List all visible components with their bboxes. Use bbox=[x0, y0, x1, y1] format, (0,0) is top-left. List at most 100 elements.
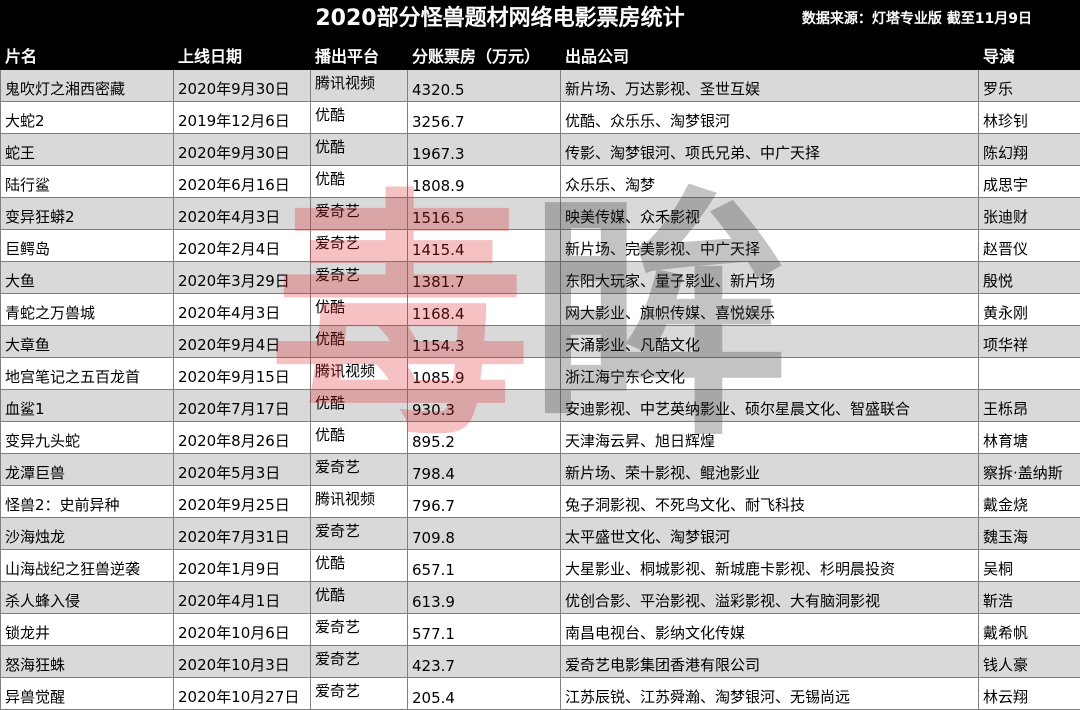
header-film-name: 片名 bbox=[1, 39, 174, 70]
cell-production-company: 新片场、万达影视、圣世互娱 bbox=[561, 70, 979, 102]
data-source-note: 数据来源：灯塔专业版 截至11月9日 bbox=[802, 0, 1032, 38]
cell-production-company: 传影、淘梦银河、项氏兄弟、中广天择 bbox=[561, 134, 979, 166]
cell-platform: 爱奇艺 bbox=[311, 230, 408, 262]
cell-director: 陈幻翔 bbox=[979, 134, 1080, 166]
cell-box-office: 613.9 bbox=[408, 582, 561, 614]
box-office-table: 片名 上线日期 播出平台 分账票房（万元） 出品公司 导演 鬼吹灯之湘西密藏20… bbox=[0, 38, 1080, 710]
cell-director: 魏玉海 bbox=[979, 518, 1080, 550]
cell-box-office: 1967.3 bbox=[408, 134, 561, 166]
cell-production-company: 天涌影业、凡酷文化 bbox=[561, 326, 979, 358]
table-row: 青蛇之万兽城2020年4月3日优酷1168.4网大影业、旗帜传媒、喜悦娱乐黄永刚 bbox=[1, 294, 1080, 326]
table-row: 地宫笔记之五百龙首2020年9月15日腾讯视频1085.9浙江海宁东仑文化 bbox=[1, 358, 1080, 390]
table-row: 变异九头蛇2020年8月26日优酷895.2天津海云昇、旭日辉煌林育塘 bbox=[1, 422, 1080, 454]
cell-release-date: 2019年12月6日 bbox=[174, 102, 311, 134]
cell-director: 林育塘 bbox=[979, 422, 1080, 454]
cell-platform: 腾讯视频 bbox=[311, 358, 408, 390]
cell-director: 殷悦 bbox=[979, 262, 1080, 294]
header-release-date: 上线日期 bbox=[174, 39, 311, 70]
cell-director: 戴金烧 bbox=[979, 486, 1080, 518]
cell-director: 成思宇 bbox=[979, 166, 1080, 198]
cell-platform: 优酷 bbox=[311, 582, 408, 614]
table-row: 血鲨12020年7月17日优酷930.3安迪影视、中艺英纳影业、硕尔星晨文化、智… bbox=[1, 390, 1080, 422]
cell-box-office: 1808.9 bbox=[408, 166, 561, 198]
table-row: 沙海烛龙2020年7月31日爱奇艺709.8太平盛世文化、淘梦银河魏玉海 bbox=[1, 518, 1080, 550]
cell-release-date: 2020年9月25日 bbox=[174, 486, 311, 518]
cell-film-name: 陆行鲨 bbox=[1, 166, 174, 198]
cell-director: 戴希帆 bbox=[979, 614, 1080, 646]
table-body: 鬼吹灯之湘西密藏2020年9月30日腾讯视频4320.5新片场、万达影视、圣世互… bbox=[1, 70, 1080, 710]
cell-platform: 爱奇艺 bbox=[311, 262, 408, 294]
cell-release-date: 2020年7月17日 bbox=[174, 390, 311, 422]
cell-director: 赵晋仪 bbox=[979, 230, 1080, 262]
table-row: 异兽觉醒2020年10月27日爱奇艺205.4江苏辰锐、江苏舜瀚、淘梦银河、无锡… bbox=[1, 678, 1080, 710]
cell-platform: 优酷 bbox=[311, 422, 408, 454]
cell-release-date: 2020年10月3日 bbox=[174, 646, 311, 678]
cell-box-office: 423.7 bbox=[408, 646, 561, 678]
table-row: 怒海狂蛛2020年10月3日爱奇艺423.7爱奇艺电影集团香港有限公司钱人豪 bbox=[1, 646, 1080, 678]
cell-release-date: 2020年10月6日 bbox=[174, 614, 311, 646]
cell-release-date: 2020年8月26日 bbox=[174, 422, 311, 454]
cell-production-company: 爱奇艺电影集团香港有限公司 bbox=[561, 646, 979, 678]
table-row: 大章鱼2020年9月4日优酷1154.3天涌影业、凡酷文化项华祥 bbox=[1, 326, 1080, 358]
cell-box-office: 1516.5 bbox=[408, 198, 561, 230]
cell-production-company: 网大影业、旗帜传媒、喜悦娱乐 bbox=[561, 294, 979, 326]
cell-film-name: 巨鳄岛 bbox=[1, 230, 174, 262]
cell-film-name: 山海战纪之狂兽逆袭 bbox=[1, 550, 174, 582]
cell-release-date: 2020年7月31日 bbox=[174, 518, 311, 550]
table-row: 龙潭巨兽2020年5月3日爱奇艺798.4新片场、荣十影视、鲲池影业察拆·盖纳斯 bbox=[1, 454, 1080, 486]
cell-release-date: 2020年9月30日 bbox=[174, 134, 311, 166]
cell-production-company: 浙江海宁东仑文化 bbox=[561, 358, 979, 390]
cell-platform: 优酷 bbox=[311, 166, 408, 198]
table-row: 巨鳄岛2020年2月4日爱奇艺1415.4新片场、完美影视、中广天择赵晋仪 bbox=[1, 230, 1080, 262]
header-production-company: 出品公司 bbox=[561, 39, 979, 70]
cell-release-date: 2020年9月30日 bbox=[174, 70, 311, 102]
cell-film-name: 杀人蜂入侵 bbox=[1, 582, 174, 614]
cell-production-company: 新片场、荣十影视、鲲池影业 bbox=[561, 454, 979, 486]
cell-film-name: 异兽觉醒 bbox=[1, 678, 174, 710]
cell-box-office: 709.8 bbox=[408, 518, 561, 550]
table-row: 蛇王2020年9月30日优酷1967.3传影、淘梦银河、项氏兄弟、中广天择陈幻翔 bbox=[1, 134, 1080, 166]
table-row: 陆行鲨2020年6月16日优酷1808.9众乐乐、淘梦成思宇 bbox=[1, 166, 1080, 198]
cell-platform: 优酷 bbox=[311, 102, 408, 134]
cell-production-company: 映美传媒、众禾影视 bbox=[561, 198, 979, 230]
header-box-office: 分账票房（万元） bbox=[408, 39, 561, 70]
cell-production-company: 南昌电视台、影纳文化传媒 bbox=[561, 614, 979, 646]
cell-platform: 爱奇艺 bbox=[311, 646, 408, 678]
cell-platform: 腾讯视频 bbox=[311, 70, 408, 102]
cell-platform: 优酷 bbox=[311, 294, 408, 326]
cell-release-date: 2020年2月4日 bbox=[174, 230, 311, 262]
cell-platform: 优酷 bbox=[311, 550, 408, 582]
cell-box-office: 657.1 bbox=[408, 550, 561, 582]
table-row: 山海战纪之狂兽逆袭2020年1月9日优酷657.1大星影业、桐城影视、新城鹿卡影… bbox=[1, 550, 1080, 582]
cell-director: 林云翔 bbox=[979, 678, 1080, 710]
cell-platform: 爱奇艺 bbox=[311, 454, 408, 486]
cell-film-name: 青蛇之万兽城 bbox=[1, 294, 174, 326]
cell-release-date: 2020年5月3日 bbox=[174, 454, 311, 486]
cell-platform: 优酷 bbox=[311, 390, 408, 422]
cell-release-date: 2020年4月1日 bbox=[174, 582, 311, 614]
cell-production-company: 天津海云昇、旭日辉煌 bbox=[561, 422, 979, 454]
cell-box-office: 930.3 bbox=[408, 390, 561, 422]
cell-release-date: 2020年3月29日 bbox=[174, 262, 311, 294]
cell-platform: 优酷 bbox=[311, 134, 408, 166]
cell-production-company: 东阳大玩家、量子影业、新片场 bbox=[561, 262, 979, 294]
cell-production-company: 优酷、众乐乐、淘梦银河 bbox=[561, 102, 979, 134]
cell-director: 林珍钊 bbox=[979, 102, 1080, 134]
cell-release-date: 2020年1月9日 bbox=[174, 550, 311, 582]
cell-production-company: 大星影业、桐城影视、新城鹿卡影视、杉明晨投资 bbox=[561, 550, 979, 582]
cell-release-date: 2020年4月3日 bbox=[174, 294, 311, 326]
cell-production-company: 兔子洞影视、不死鸟文化、耐飞科技 bbox=[561, 486, 979, 518]
table-row: 锁龙井2020年10月6日爱奇艺577.1南昌电视台、影纳文化传媒戴希帆 bbox=[1, 614, 1080, 646]
cell-box-office: 205.4 bbox=[408, 678, 561, 710]
cell-box-office: 577.1 bbox=[408, 614, 561, 646]
cell-production-company: 新片场、完美影视、中广天择 bbox=[561, 230, 979, 262]
cell-production-company: 众乐乐、淘梦 bbox=[561, 166, 979, 198]
cell-platform: 爱奇艺 bbox=[311, 198, 408, 230]
cell-film-name: 大鱼 bbox=[1, 262, 174, 294]
header-director: 导演 bbox=[979, 39, 1080, 70]
cell-box-office: 1085.9 bbox=[408, 358, 561, 390]
cell-film-name: 地宫笔记之五百龙首 bbox=[1, 358, 174, 390]
cell-film-name: 变异狂蟒2 bbox=[1, 198, 174, 230]
cell-box-office: 798.4 bbox=[408, 454, 561, 486]
cell-director: 项华祥 bbox=[979, 326, 1080, 358]
